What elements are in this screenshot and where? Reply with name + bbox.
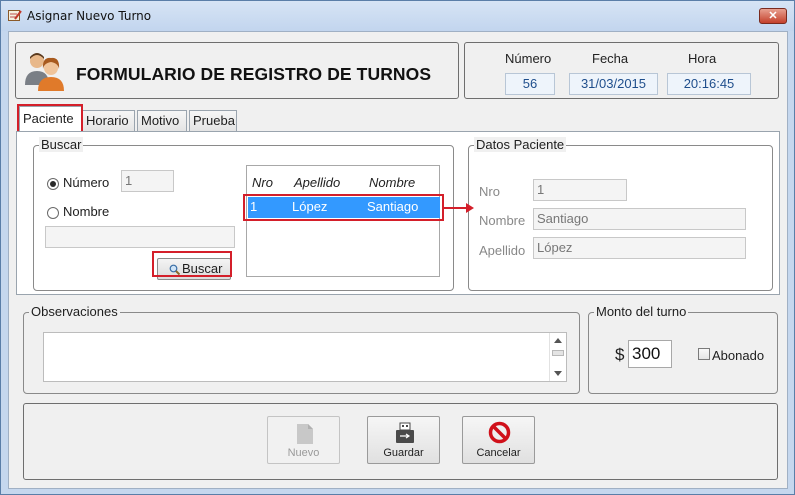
currency-symbol: $ xyxy=(615,345,625,364)
observaciones-textarea[interactable] xyxy=(43,332,567,382)
highlight-selected-row xyxy=(243,194,444,221)
dialog-window: Asignar Nuevo Turno ✕ FORMULARIO DE REGI… xyxy=(0,0,795,495)
observaciones-scrollbar[interactable] xyxy=(549,333,566,381)
scroll-down-icon[interactable] xyxy=(554,371,562,377)
actions-panel: Nuevo Guardar Cancelar xyxy=(23,403,778,480)
tab-motivo[interactable]: Motivo xyxy=(137,110,187,132)
scroll-thumb[interactable] xyxy=(552,350,564,356)
apellido-label: Apellido xyxy=(479,243,526,258)
buscar-legend: Buscar xyxy=(39,137,84,152)
radio-numero-label: Número xyxy=(63,175,110,190)
results-grid[interactable]: Nro Apellido Nombre 1 López Santiago xyxy=(246,165,440,277)
form-pencil-icon xyxy=(8,10,22,21)
hora-value: 20:16:45 xyxy=(667,73,751,95)
grid-header-apellido: Apellido xyxy=(294,175,341,190)
abonado-label: Abonado xyxy=(712,348,765,363)
nombre-label: Nombre xyxy=(479,213,526,228)
grid-header-nombre: Nombre xyxy=(369,175,416,190)
hora-label: Hora xyxy=(688,51,717,66)
abonado-checkbox[interactable] xyxy=(698,348,710,360)
datos-paciente-group: Datos Paciente Nro 1 Nombre Santiago Ape… xyxy=(468,137,773,291)
info-panel: Número Fecha Hora 56 31/03/2015 20:16:45 xyxy=(464,42,779,99)
annotation-arrow-line xyxy=(444,207,468,209)
radio-nombre-label: Nombre xyxy=(63,204,110,219)
window-title: Asignar Nuevo Turno xyxy=(27,9,152,23)
monto-legend: Monto del turno xyxy=(594,304,689,319)
nuevo-button[interactable]: Nuevo xyxy=(267,416,340,464)
apellido-field[interactable]: López xyxy=(533,237,746,259)
observaciones-group: Observaciones xyxy=(23,304,580,394)
header-panel: FORMULARIO DE REGISTRO DE TURNOS xyxy=(15,42,459,99)
page-title: FORMULARIO DE REGISTRO DE TURNOS xyxy=(76,64,432,84)
nuevo-button-label: Nuevo xyxy=(287,447,320,459)
numero-value: 56 xyxy=(505,73,555,95)
nro-field[interactable]: 1 xyxy=(533,179,627,201)
title-bar[interactable]: Asignar Nuevo Turno ✕ xyxy=(1,1,794,31)
radio-nombre[interactable] xyxy=(47,207,59,219)
cancel-icon xyxy=(488,421,511,444)
client-area: FORMULARIO DE REGISTRO DE TURNOS Número … xyxy=(8,31,788,489)
usb-drive-icon xyxy=(396,422,414,443)
scroll-up-icon[interactable] xyxy=(554,337,562,343)
nro-label: Nro xyxy=(479,184,500,199)
radio-numero[interactable] xyxy=(47,178,59,190)
grid-header-nro: Nro xyxy=(252,175,273,190)
cancelar-button[interactable]: Cancelar xyxy=(462,416,535,464)
highlight-tab-paciente xyxy=(17,104,83,134)
close-button[interactable]: ✕ xyxy=(759,8,787,24)
observaciones-legend: Observaciones xyxy=(29,304,120,319)
annotation-arrow-head xyxy=(466,203,474,213)
monto-group: Monto del turno $ 300 Abonado xyxy=(588,304,778,394)
numero-label: Número xyxy=(505,51,552,66)
nombre-field[interactable]: Santiago xyxy=(533,208,746,230)
fecha-label: Fecha xyxy=(592,51,629,66)
numero-input[interactable]: 1 xyxy=(121,170,174,192)
users-icon xyxy=(25,53,64,91)
guardar-button-label: Guardar xyxy=(383,447,424,459)
cancelar-button-label: Cancelar xyxy=(476,447,521,459)
fecha-value: 31/03/2015 xyxy=(569,73,658,95)
guardar-button[interactable]: Guardar xyxy=(367,416,440,464)
nombre-input[interactable] xyxy=(45,226,235,248)
monto-input[interactable]: 300 xyxy=(628,340,672,368)
new-document-icon xyxy=(297,424,313,444)
highlight-buscar-button xyxy=(152,251,232,277)
tab-prueba[interactable]: Prueba xyxy=(189,110,237,132)
datos-paciente-legend: Datos Paciente xyxy=(474,137,567,152)
tab-horario[interactable]: Horario xyxy=(82,110,135,132)
